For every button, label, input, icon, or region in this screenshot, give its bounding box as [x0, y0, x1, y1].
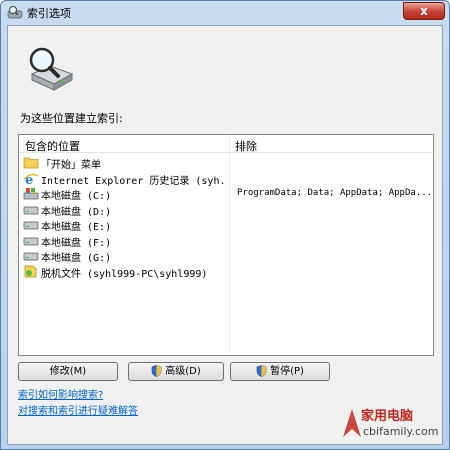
list-item[interactable]: 本地磁盘 (D:): [19, 202, 433, 218]
indexed-locations-list[interactable]: 包含的位置 排除 「开始」菜单 e Internet Explorer 历史记录…: [18, 134, 434, 356]
location-name: 「开始」菜单: [41, 160, 101, 171]
intro-text: 为这些位置建立索引:: [20, 112, 123, 125]
watermark: 家用电脑 cbifamily.com: [341, 405, 445, 445]
drive-icon: [23, 252, 39, 261]
list-item[interactable]: 本地磁盘 (C:) ProgramData; Data; AppData; Ap…: [19, 186, 433, 202]
title-bar: 索引选项 x: [1, 1, 449, 23]
pause-button[interactable]: 暂停(P): [230, 362, 330, 381]
how-indexing-affects-search-link[interactable]: 索引如何影响搜索?: [18, 386, 103, 401]
offline-files-icon: [24, 265, 37, 277]
modify-button-label: 修改(M): [49, 366, 87, 377]
ie-icon: e: [23, 173, 39, 185]
location-name: 本地磁盘 (D:): [41, 206, 112, 218]
window-title: 索引选项: [27, 7, 71, 20]
uac-shield-icon: [151, 365, 162, 377]
watermark-title: 家用电脑: [361, 409, 414, 424]
troubleshoot-search-link[interactable]: 对搜索和索引进行疑难解答: [18, 402, 138, 417]
list-item[interactable]: 「开始」菜单: [19, 155, 433, 171]
watermark-logo-icon: [343, 409, 361, 437]
pause-button-label: 暂停(P): [270, 366, 304, 377]
list-item[interactable]: 本地磁盘 (F:): [19, 233, 433, 249]
system-drive-icon: [23, 188, 39, 200]
advanced-button[interactable]: 高级(D): [128, 362, 224, 381]
column-header-exclude[interactable]: 排除: [235, 138, 257, 154]
list-item[interactable]: 脱机文件 (syhl999-PC\syhl999): [19, 264, 433, 280]
location-name: 本地磁盘 (C:): [41, 191, 112, 202]
index-options-window: 索引选项 x 为这些位置建立索引: 包含的位置 排除 「开始」菜单 e Inte…: [0, 0, 450, 450]
location-name: Internet Explorer 历史记录 (syh...: [41, 175, 227, 187]
location-name: 本地磁盘 (F:): [41, 237, 112, 249]
close-button[interactable]: x: [403, 2, 445, 20]
list-header: 包含的位置 排除: [19, 135, 433, 153]
advanced-button-label: 高级(D): [165, 366, 201, 377]
folder-icon: [23, 157, 39, 169]
location-name: 脱机文件 (syhl999-PC\syhl999): [41, 268, 208, 280]
drive-icon: [23, 206, 39, 214]
uac-shield-icon: [256, 365, 267, 377]
list-item[interactable]: 本地磁盘 (E:): [19, 217, 433, 233]
dialog-content: 为这些位置建立索引: 包含的位置 排除 「开始」菜单 e Internet Ex…: [7, 25, 443, 445]
indexing-options-icon: [29, 47, 74, 91]
column-header-included[interactable]: 包含的位置: [25, 138, 80, 154]
location-name: 本地磁盘 (G:): [41, 253, 112, 264]
list-rows: 「开始」菜单 e Internet Explorer 历史记录 (syh... …: [19, 155, 433, 280]
drive-icon: [23, 237, 39, 245]
indexing-options-icon: [7, 6, 23, 19]
location-name: 本地磁盘 (E:): [41, 222, 112, 233]
exclude-value: ProgramData; Data; AppData; AppDa...: [237, 188, 433, 198]
watermark-url: cbifamily.com: [363, 425, 439, 438]
list-item[interactable]: 本地磁盘 (G:): [19, 248, 433, 264]
drive-icon: [23, 221, 39, 230]
list-item[interactable]: e Internet Explorer 历史记录 (syh...: [19, 171, 433, 187]
modify-button[interactable]: 修改(M): [18, 362, 118, 381]
